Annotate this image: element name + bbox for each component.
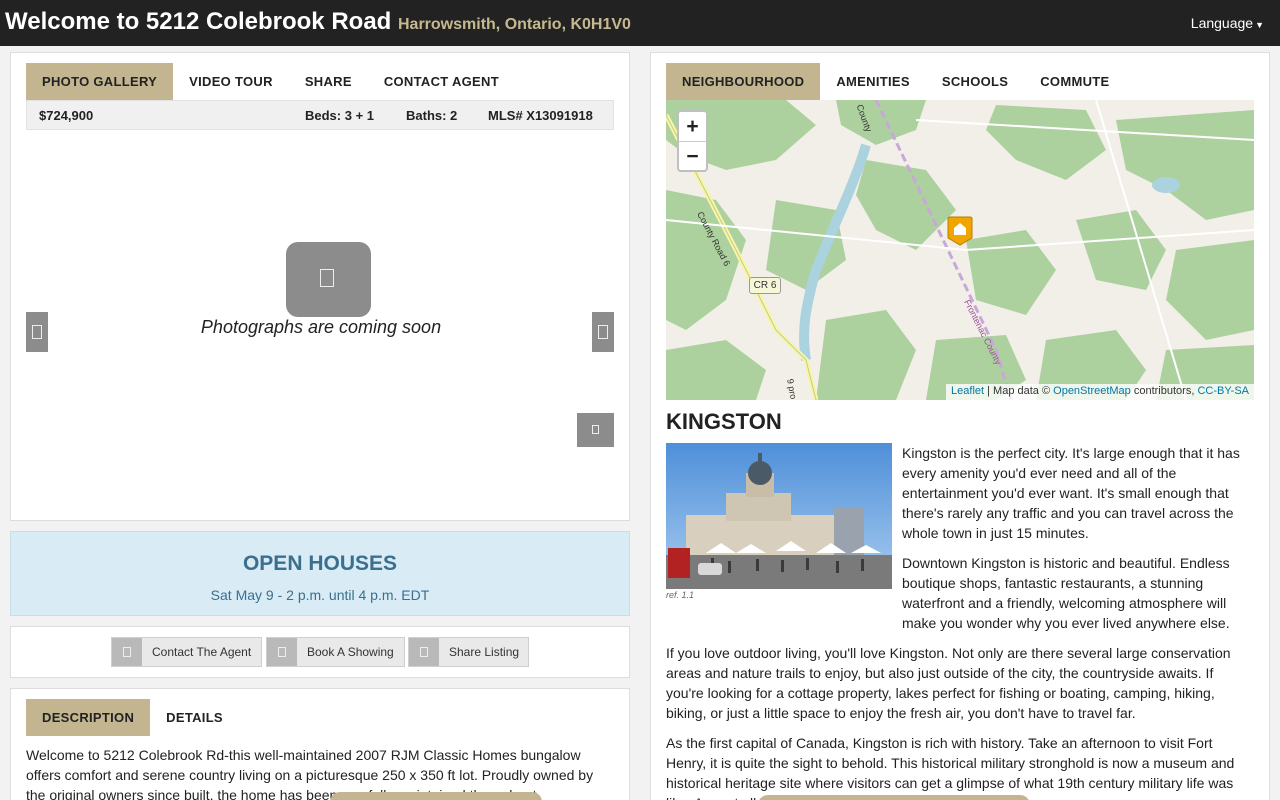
leaflet-link[interactable]: Leaflet xyxy=(951,385,984,397)
book-showing-button[interactable]: Book A Showing xyxy=(266,637,405,667)
listing-beds: Beds: 3 + 1 xyxy=(305,108,375,123)
contact-agent-button[interactable]: Contact The Agent xyxy=(111,637,262,667)
neighbourhood-tabs: NEIGHBOURHOOD AMENITIES SCHOOLS COMMUTE xyxy=(666,63,1126,100)
tab-description[interactable]: DESCRIPTION xyxy=(26,699,151,736)
top-header: Welcome to 5212 Colebrook Road Harrowsmi… xyxy=(0,0,1280,46)
share-listing-button[interactable]: Share Listing xyxy=(408,637,529,667)
action-buttons-panel: Contact The Agent Book A Showing Share L… xyxy=(10,626,630,678)
zoom-out-button[interactable]: − xyxy=(679,141,706,170)
listing-mls: MLS# X13091918 xyxy=(488,108,593,123)
book-showing-label: Book A Showing xyxy=(307,645,394,659)
attribution-contributors: contributors, xyxy=(1130,385,1198,397)
kingston-paragraph-3: If you love outdoor living, you'll love … xyxy=(666,645,1231,721)
page-title: Welcome to 5212 Colebrook Road xyxy=(5,8,392,35)
openstreetmap-link[interactable]: OpenStreetMap xyxy=(1053,385,1131,397)
property-address: Harrowsmith, Ontario, K0H1V0 xyxy=(398,16,631,33)
tab-details[interactable]: DETAILS xyxy=(150,699,239,736)
tab-contact-agent[interactable]: CONTACT AGENT xyxy=(368,63,515,100)
neighbourhood-map[interactable]: + − County Road 6 County Frontenac Count… xyxy=(666,100,1254,400)
floating-contact-pill[interactable] xyxy=(330,792,542,800)
open-house-schedule: Sat May 9 - 2 p.m. until 4 p.m. EDT xyxy=(210,587,430,603)
listing-baths: Baths: 2 xyxy=(406,108,458,123)
floating-action-pill[interactable] xyxy=(758,795,1030,800)
open-houses-box: OPEN HOUSES Sat May 9 - 2 p.m. until 4 p… xyxy=(10,531,630,616)
chevron-right-icon xyxy=(598,325,608,339)
tab-video-tour[interactable]: VIDEO TOUR xyxy=(173,63,289,100)
language-label: Language xyxy=(1190,15,1254,31)
previous-photo-button[interactable] xyxy=(26,312,48,352)
gallery-panel: PHOTO GALLERY VIDEO TOUR SHARE CONTACT A… xyxy=(10,52,630,521)
listing-info-bar: $724,900 Beds: 3 + 1 Baths: 2 MLS# X1309… xyxy=(26,100,614,130)
neighbourhood-panel: NEIGHBOURHOOD AMENITIES SCHOOLS COMMUTE xyxy=(650,52,1270,800)
map-attribution: Leaflet | Map data © OpenStreetMap contr… xyxy=(946,384,1254,400)
map-zoom-control: + − xyxy=(677,110,708,172)
expand-icon xyxy=(592,425,599,434)
kingston-paragraph-1: Kingston is the perfect city. It's large… xyxy=(902,445,1240,541)
road-badge-cr6: CR 6 xyxy=(749,277,781,294)
chevron-down-icon: ▼ xyxy=(1255,20,1264,30)
tab-commute[interactable]: COMMUTE xyxy=(1024,63,1125,100)
kingston-paragraph-4: As the first capital of Canada, Kingston… xyxy=(666,735,1235,800)
kingston-paragraph-2a: Downtown Kingston is historic and beauti… xyxy=(902,555,1230,631)
city-heading: KINGSTON xyxy=(666,409,782,434)
share-listing-label: Share Listing xyxy=(449,645,520,659)
fullscreen-button[interactable] xyxy=(577,413,614,447)
next-photo-button[interactable] xyxy=(592,312,614,352)
tab-schools[interactable]: SCHOOLS xyxy=(926,63,1024,100)
photos-coming-soon: Photographs are coming soon xyxy=(200,317,442,337)
contact-agent-label: Contact The Agent xyxy=(152,645,252,659)
zoom-in-button[interactable]: + xyxy=(679,112,706,141)
tab-share[interactable]: SHARE xyxy=(289,63,368,100)
camera-icon xyxy=(286,242,371,317)
house-marker-icon[interactable] xyxy=(947,216,973,246)
attribution-map-data: | Map data © xyxy=(984,385,1054,397)
listing-price: $724,900 xyxy=(39,108,94,123)
open-houses-heading: OPEN HOUSES xyxy=(242,552,398,575)
share-icon xyxy=(409,638,439,666)
calendar-icon xyxy=(267,638,297,666)
city-photo xyxy=(666,443,892,589)
tab-photo-gallery[interactable]: PHOTO GALLERY xyxy=(26,63,174,100)
license-link[interactable]: CC-BY-SA xyxy=(1197,385,1249,397)
tab-neighbourhood[interactable]: NEIGHBOURHOOD xyxy=(666,63,821,100)
envelope-icon xyxy=(112,638,142,666)
gallery-tabs: PHOTO GALLERY VIDEO TOUR SHARE CONTACT A… xyxy=(26,63,515,100)
description-tabs: DESCRIPTION DETAILS xyxy=(26,699,239,736)
language-dropdown[interactable]: Language ▼ xyxy=(1191,15,1264,31)
description-panel: DESCRIPTION DETAILS Welcome to 5212 Cole… xyxy=(10,688,630,800)
chevron-left-icon xyxy=(32,325,42,339)
tab-amenities[interactable]: AMENITIES xyxy=(820,63,925,100)
photo-reference: ref. 1.1 xyxy=(666,590,695,600)
map-tiles xyxy=(666,100,1254,400)
